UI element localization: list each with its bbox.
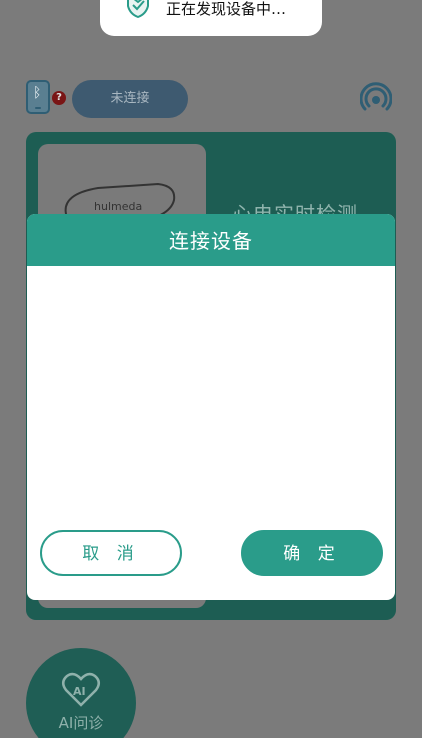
shield-check-icon <box>127 0 149 18</box>
dialog-title: 连接设备 <box>27 214 395 266</box>
toast-text: 正在发现设备中… <box>166 0 287 18</box>
confirm-button[interactable]: 确 定 <box>241 530 383 576</box>
device-brand-text: hulmeda <box>94 200 142 213</box>
connect-device-dialog: 连接设备 取 消 确 定 <box>27 214 395 600</box>
heart-ai-icon: AI <box>62 672 100 707</box>
top-bar: ᛒ ? 未连接 <box>24 78 398 118</box>
connection-status-pill[interactable]: 未连接 <box>72 80 188 118</box>
ai-consult-button[interactable]: AI AI问诊 <box>26 648 136 738</box>
cancel-button[interactable]: 取 消 <box>40 530 182 576</box>
question-badge-icon: ? <box>52 91 66 105</box>
bluetooth-phone-icon[interactable]: ᛒ <box>26 80 50 114</box>
signal-broadcast-icon[interactable] <box>360 82 392 114</box>
svg-text:AI: AI <box>73 685 86 698</box>
ai-consult-label: AI问诊 <box>58 714 104 732</box>
toast: 正在发现设备中… <box>100 0 322 36</box>
